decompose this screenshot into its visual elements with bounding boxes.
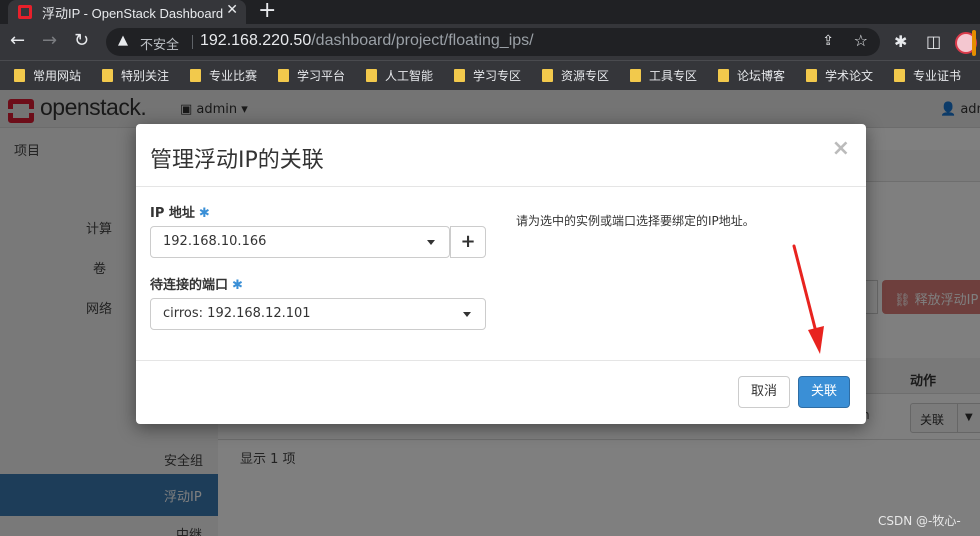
bookmark-folder[interactable]: 常用网站 [14, 67, 81, 84]
folder-icon [718, 69, 729, 82]
side-panel-icon[interactable]: ◫ [926, 32, 941, 51]
folder-icon [14, 69, 25, 82]
folder-icon [806, 69, 817, 82]
bookmark-folder[interactable]: 资源专区 [542, 67, 609, 84]
bookmarks-bar: 常用网站 特别关注 专业比赛 学习平台 人工智能 学习专区 资源专区 工具专区 … [0, 60, 980, 90]
ip-address-select[interactable]: 192.168.10.166 [150, 226, 450, 258]
bookmark-folder[interactable]: 专业比赛 [190, 67, 257, 84]
browser-toolbar: ← → ↻ ▲ 不安全 192.168.220.50/dashboard/pro… [0, 24, 980, 60]
allocate-ip-button[interactable]: + [450, 226, 486, 258]
close-icon[interactable]: × [832, 136, 850, 161]
browser-tab-bar: 浮动IP - OpenStack Dashboard ✕ + [0, 0, 980, 24]
folder-icon [278, 69, 289, 82]
url-host: 192.168.220.50 [200, 32, 312, 49]
new-tab-button[interactable]: + [258, 0, 276, 23]
bookmark-folder[interactable]: 论坛博客 [718, 67, 785, 84]
security-label[interactable]: 不安全 [140, 34, 179, 53]
bookmark-folder[interactable]: 特别关注 [102, 67, 169, 84]
ip-address-label: IP 地址 ✱ [150, 206, 210, 221]
required-icon: ✱ [198, 206, 210, 221]
omnibox-separator [192, 35, 193, 49]
watermark: CSDN @-牧心- [878, 514, 961, 528]
menu-indicator [972, 30, 976, 56]
port-label: 待连接的端口 ✱ [150, 278, 243, 293]
back-arrow-icon[interactable]: ← [10, 30, 25, 52]
port-select[interactable]: cirros: 192.168.12.101 [150, 298, 486, 330]
extensions-puzzle-icon[interactable]: ✱ [894, 32, 907, 51]
folder-icon [630, 69, 641, 82]
folder-icon [102, 69, 113, 82]
tab-title: 浮动IP - OpenStack Dashboard [42, 6, 224, 21]
cancel-button[interactable]: 取消 [738, 376, 790, 408]
bookmark-folder[interactable]: 学习专区 [454, 67, 521, 84]
warning-triangle-icon[interactable]: ▲ [118, 33, 128, 48]
bookmark-folder[interactable]: 学术论文 [806, 67, 873, 84]
modal-title: 管理浮动IP的关联 [150, 148, 324, 173]
help-text: 请为选中的实例或端口选择要绑定的IP地址。 [516, 214, 755, 228]
bookmark-folder[interactable]: 人工智能 [366, 67, 433, 84]
port-value: cirros: 192.168.12.101 [163, 306, 311, 321]
folder-icon [454, 69, 465, 82]
bookmark-star-icon[interactable]: ☆ [854, 31, 868, 50]
chevron-down-icon [463, 312, 471, 317]
url-text[interactable]: 192.168.220.50/dashboard/project/floatin… [200, 32, 534, 50]
tab-close-icon[interactable]: ✕ [226, 2, 238, 18]
associate-button[interactable]: 关联 [798, 376, 850, 408]
bookmark-folder[interactable]: 学习平台 [278, 67, 345, 84]
forward-arrow-icon[interactable]: → [42, 30, 57, 52]
modal-header-divider [136, 186, 866, 187]
folder-icon [190, 69, 201, 82]
ip-address-value: 192.168.10.166 [163, 234, 267, 249]
chevron-down-icon [427, 240, 435, 245]
required-icon: ✱ [232, 278, 243, 293]
share-icon[interactable]: ⇪ [822, 33, 834, 49]
reload-icon[interactable]: ↻ [74, 30, 89, 52]
folder-icon [894, 69, 905, 82]
folder-icon [366, 69, 377, 82]
bookmark-folder[interactable]: 专业证书 [894, 67, 961, 84]
manage-floating-ip-modal: 管理浮动IP的关联 × IP 地址 ✱ 192.168.10.166 + 待连接的… [136, 124, 866, 424]
modal-footer-divider [136, 360, 866, 361]
address-bar[interactable]: ▲ 不安全 192.168.220.50/dashboard/project/f… [106, 28, 880, 56]
bookmark-folder[interactable]: 工具专区 [630, 67, 697, 84]
folder-icon [542, 69, 553, 82]
url-path: /dashboard/project/floating_ips/ [311, 32, 534, 49]
browser-tab[interactable]: 浮动IP - OpenStack Dashboard ✕ [8, 0, 246, 24]
openstack-favicon-icon [18, 5, 32, 19]
